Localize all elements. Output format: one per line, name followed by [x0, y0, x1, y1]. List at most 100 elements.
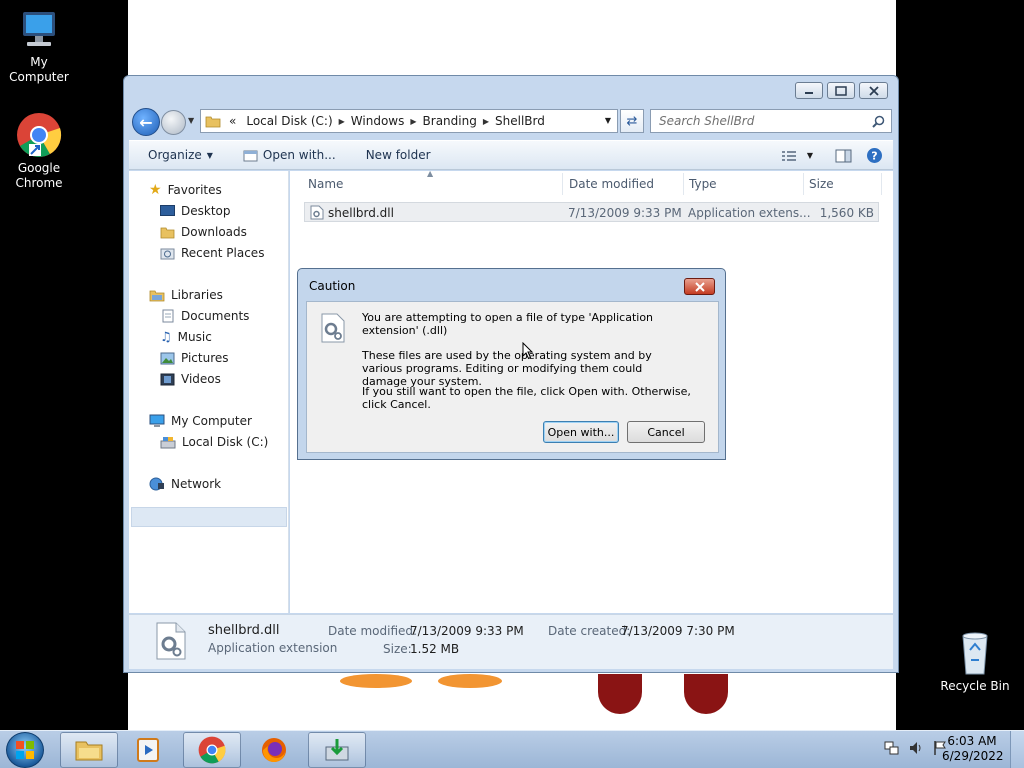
network-tray-icon[interactable] [884, 740, 900, 756]
show-desktop-button[interactable] [1010, 731, 1024, 768]
new-folder-button[interactable]: New folder [366, 148, 431, 162]
search-icon[interactable] [872, 115, 885, 128]
open-with-button[interactable]: Open with... [243, 148, 336, 162]
address-dropdown-icon[interactable]: ▼ [605, 116, 611, 125]
back-button[interactable]: ← [132, 108, 160, 136]
details-file-type: Application extension [208, 641, 338, 655]
nav-documents[interactable]: Documents [160, 306, 249, 326]
desktop-icon-my-computer[interactable]: My Computer [0, 10, 79, 85]
recent-pages-dropdown[interactable]: ▼ [188, 116, 194, 125]
nav-label: Local Disk (C:) [182, 435, 269, 449]
pictures-icon [160, 352, 175, 364]
file-size: 1,560 KB [819, 206, 874, 220]
desktop-icon-label: Google Chrome [15, 161, 63, 190]
details-size: 1.52 MB [410, 642, 460, 656]
taskbar-media-player-button[interactable] [120, 732, 178, 768]
breadcrumb-separator-icon[interactable]: ▶ [410, 117, 416, 126]
downloads-folder-icon [160, 227, 175, 238]
dialog-body: You are attempting to open a file of typ… [306, 301, 719, 453]
open-with-dialog-button[interactable]: Open with... [543, 421, 619, 443]
network-icon [149, 477, 164, 491]
breadcrumb-overflow[interactable]: « [229, 114, 236, 128]
breadcrumb-local-disk[interactable]: Local Disk (C:) [246, 114, 332, 128]
nav-pictures[interactable]: Pictures [160, 348, 229, 368]
breadcrumb-shellbrd[interactable]: ShellBrd [495, 114, 545, 128]
command-bar: Organize ▼ Open with... New folder ▼ ? [129, 140, 893, 170]
volume-icon[interactable] [908, 740, 924, 756]
nav-local-disk[interactable] [131, 507, 287, 527]
search-input[interactable]: Search ShellBrd [650, 109, 892, 133]
download-app-icon [325, 739, 349, 761]
nav-recent-places[interactable]: Recent Places [160, 243, 264, 263]
column-divider[interactable] [562, 173, 563, 195]
view-controls: ▼ ? [781, 147, 883, 164]
dialog-message-line3: If you still want to open the file, clic… [362, 385, 691, 411]
dialog-close-button[interactable] [684, 278, 715, 295]
system-tray [884, 740, 948, 756]
dialog-title: Caution [309, 279, 356, 293]
desktop-icon-label: Recycle Bin [940, 679, 1010, 693]
navigation-pane: ★ Favorites Desktop Downloads Recent Pla… [129, 171, 289, 613]
wallpaper-shape [438, 674, 502, 688]
chevron-down-icon: ▼ [206, 150, 213, 160]
minimize-icon [805, 91, 813, 94]
help-icon[interactable]: ? [866, 147, 883, 164]
nav-network[interactable]: Network [149, 474, 221, 494]
desktop-icon-recycle-bin[interactable]: Recycle Bin [935, 630, 1015, 694]
taskbar-firefox-button[interactable] [245, 732, 303, 768]
column-name[interactable]: Name [308, 177, 343, 191]
details-date-modified: 7/13/2009 9:33 PM [410, 624, 524, 638]
column-type[interactable]: Type [689, 177, 717, 191]
refresh-button[interactable]: ⇄ [620, 109, 644, 133]
address-bar[interactable]: « Local Disk (C:) ▶ Windows ▶ Branding ▶… [200, 109, 618, 133]
organize-button[interactable]: Organize ▼ [148, 148, 213, 162]
clock[interactable]: 6:03 AM 6/29/2022 [942, 734, 1004, 764]
local-disk-icon [160, 436, 176, 448]
close-icon [868, 85, 879, 96]
desktop-icon-google-chrome[interactable]: Google Chrome [0, 112, 79, 191]
change-view-button[interactable]: ▼ [781, 150, 813, 162]
taskbar-app-button[interactable] [308, 732, 366, 768]
column-divider[interactable] [683, 173, 684, 195]
column-divider[interactable] [881, 173, 882, 195]
nav-my-computer[interactable]: My Computer [149, 411, 252, 431]
folder-icon [205, 116, 221, 128]
dll-file-icon [310, 205, 324, 220]
start-button[interactable] [6, 732, 44, 768]
explorer-icon [75, 741, 103, 761]
minimize-button[interactable] [795, 82, 823, 99]
nav-local-disk-label[interactable]: Local Disk (C:) [160, 432, 268, 452]
nav-label: Libraries [171, 288, 223, 302]
music-icon: ♫ [160, 329, 172, 345]
breadcrumb-branding[interactable]: Branding [423, 114, 477, 128]
preview-pane-icon[interactable] [835, 149, 852, 163]
nav-label: Network [171, 477, 222, 491]
nav-videos[interactable]: Videos [160, 369, 221, 389]
desktop-icon-label: My Computer [9, 55, 69, 84]
nav-favorites[interactable]: ★ Favorites [149, 180, 222, 200]
column-date-modified[interactable]: Date modified [569, 177, 654, 191]
close-button[interactable] [859, 82, 888, 99]
taskbar-explorer-button[interactable] [60, 732, 118, 768]
forward-button[interactable] [161, 110, 186, 135]
cancel-button[interactable]: Cancel [627, 421, 705, 443]
nav-music[interactable]: ♫ Music [160, 327, 212, 347]
documents-icon [162, 309, 174, 323]
nav-desktop[interactable]: Desktop [160, 201, 231, 221]
clock-time: 6:03 AM [947, 734, 997, 748]
sort-ascending-icon: ▲ [427, 169, 434, 178]
breadcrumb-separator-icon[interactable]: ▶ [483, 117, 489, 126]
file-name: shellbrd.dll [328, 206, 394, 220]
nav-downloads[interactable]: Downloads [160, 222, 247, 242]
nav-libraries[interactable]: Libraries [149, 285, 223, 305]
breadcrumb-separator-icon[interactable]: ▶ [339, 117, 345, 126]
maximize-button[interactable] [827, 82, 855, 99]
column-size[interactable]: Size [809, 177, 834, 191]
column-divider[interactable] [803, 173, 804, 195]
taskbar-chrome-button[interactable] [183, 732, 241, 768]
windows-logo-icon [16, 741, 34, 759]
breadcrumb-windows[interactable]: Windows [351, 114, 405, 128]
restore-icon [835, 85, 847, 96]
table-row[interactable]: shellbrd.dll 7/13/2009 9:33 PM Applicati… [304, 202, 879, 222]
chevron-down-icon: ▼ [806, 151, 813, 160]
